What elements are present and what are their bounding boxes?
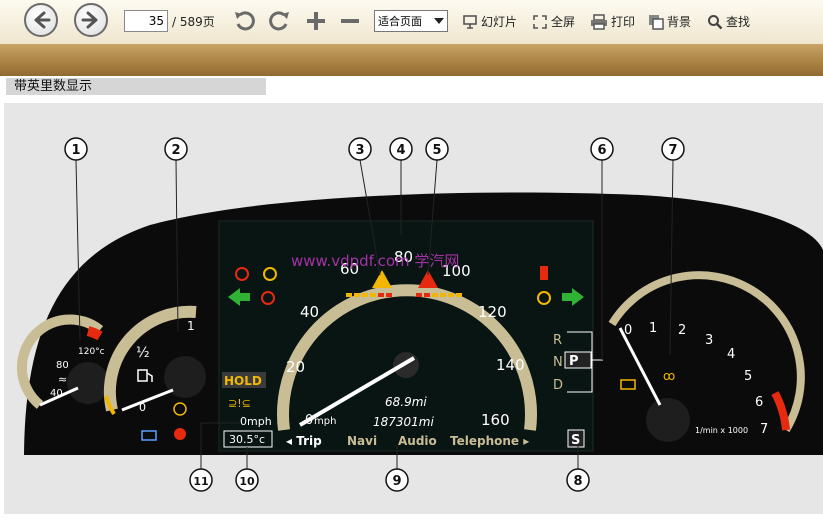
speed-label-20: 20	[286, 358, 305, 376]
page-total-label: / 589页	[172, 15, 215, 29]
background-label: 背景	[667, 15, 692, 29]
menu-item-audio: Audio	[398, 434, 437, 448]
rpm-label-7: 7	[760, 422, 768, 437]
gear-r: R	[553, 333, 562, 348]
speed-unit: mph	[314, 416, 336, 427]
printer-icon	[591, 13, 607, 30]
callout-9: 9	[385, 468, 409, 492]
svg-text:5: 5	[432, 143, 441, 158]
zoom-select-value: 适合页面	[378, 15, 422, 28]
fuel-label-half: ½	[136, 345, 150, 361]
callout-3: 3	[348, 137, 372, 161]
callout-10: 10	[235, 468, 259, 492]
zoom-select[interactable]: 适合页面	[374, 10, 448, 32]
print-button[interactable]: 打印	[590, 13, 635, 30]
svg-text:1: 1	[71, 143, 80, 158]
svg-text:6: 6	[597, 143, 606, 158]
speed-label-160: 160	[481, 411, 510, 429]
airbag-icon	[174, 428, 186, 440]
coolant-label-max: 120°c	[78, 347, 105, 357]
fullscreen-button[interactable]: 全屏	[532, 13, 575, 30]
chevron-down-icon	[434, 18, 444, 24]
zoom-out-button[interactable]	[338, 9, 362, 33]
pdf-toolbar: / 589页 适合页面 幻灯片 全屏 打印 背景 查找	[0, 0, 823, 44]
watermark: www.vdpdf.com 学汽网	[291, 252, 459, 270]
section-title: 带英里数显示	[6, 78, 266, 95]
rotate-left-button[interactable]	[232, 8, 258, 34]
temperature-readout: 30.5°c	[229, 433, 265, 446]
glow-plug-icon: ꝏ	[663, 369, 675, 383]
search-icon	[708, 14, 723, 29]
callout-1: 1	[64, 137, 88, 161]
slideshow-label: 幻灯片	[481, 15, 518, 29]
instrument-cluster-illustration: 120°c 80 40 ≈ 1 ½ 0 80 60 100 40 120 20 …	[17, 137, 823, 492]
rpm-label-4: 4	[727, 347, 735, 362]
menu-item-navi: Navi	[347, 434, 377, 448]
callout-11: 11	[189, 468, 213, 492]
speed-label-0: 0	[305, 413, 313, 428]
gear-d: D	[553, 378, 563, 393]
rpm-label-1: 1	[649, 321, 657, 336]
speed-label-120: 120	[478, 303, 507, 321]
rpm-label-2: 2	[678, 323, 686, 338]
hold-warning-icon: ⊇!⊆	[228, 397, 251, 410]
back-button[interactable]	[24, 3, 58, 37]
svg-text:8: 8	[573, 474, 582, 489]
callout-7: 7	[661, 137, 685, 161]
rpm-label-6: 6	[755, 395, 763, 410]
gear-p: P	[569, 354, 579, 369]
rpm-label-0: 0	[624, 323, 632, 338]
rpm-label-3: 3	[705, 333, 713, 348]
callout-4: 4	[389, 137, 413, 161]
rotate-right-button[interactable]	[266, 8, 292, 34]
arrow-left-icon	[34, 11, 51, 29]
find-button[interactable]: 查找	[707, 13, 750, 30]
slideshow-icon	[463, 14, 477, 29]
sport-mode-label: S	[571, 433, 580, 448]
callout-8: 8	[566, 468, 590, 492]
callout-6: 6	[590, 137, 614, 161]
gear-n: N	[553, 355, 563, 370]
callout-5: 5	[425, 137, 449, 161]
slideshow-button[interactable]: 幻灯片	[462, 13, 517, 30]
svg-text:3: 3	[355, 143, 364, 158]
speed-label-40: 40	[300, 303, 319, 321]
callout-2: 2	[164, 137, 188, 161]
rpm-unit: 1/min x 1000	[695, 426, 748, 435]
find-label: 查找	[726, 15, 751, 29]
fuel-label-full: 1	[187, 319, 195, 333]
coolant-temp-icon: ≈	[58, 373, 67, 386]
plus-icon	[307, 12, 325, 30]
speed-label-140: 140	[496, 356, 525, 374]
coolant-label-mid: 80	[56, 360, 69, 371]
svg-text:2: 2	[171, 143, 180, 158]
total-distance: 187301mi	[373, 415, 434, 429]
menu-item-trip: ◂ Trip	[286, 434, 322, 448]
svg-text:7: 7	[668, 143, 677, 158]
svg-text:10: 10	[239, 475, 255, 488]
background-button[interactable]: 背景	[648, 13, 691, 30]
zoom-in-button[interactable]	[304, 9, 328, 33]
svg-text:11: 11	[193, 475, 208, 488]
trip-distance: 68.9mi	[385, 395, 427, 409]
hold-label: HOLD	[224, 374, 262, 388]
svg-text:9: 9	[392, 474, 401, 489]
minus-icon	[341, 19, 359, 23]
page-number-input[interactable]	[124, 10, 168, 32]
mph-readout: 0mph	[240, 415, 272, 428]
document-header-band	[0, 44, 823, 76]
print-label: 打印	[611, 15, 636, 29]
forward-button[interactable]	[74, 3, 108, 37]
arrow-right-icon	[81, 11, 98, 29]
background-icon	[649, 14, 664, 30]
svg-text:4: 4	[396, 143, 405, 158]
menu-item-telephone: Telephone ▸	[450, 434, 529, 448]
fullscreen-icon	[533, 14, 547, 29]
rotate-left-icon	[235, 11, 255, 31]
instrument-cluster-figure: 120°c 80 40 ≈ 1 ½ 0 80 60 100 40 120 20 …	[4, 103, 823, 514]
rpm-label-5: 5	[744, 369, 752, 384]
fullscreen-label: 全屏	[551, 15, 576, 29]
rotate-right-icon	[269, 11, 289, 31]
